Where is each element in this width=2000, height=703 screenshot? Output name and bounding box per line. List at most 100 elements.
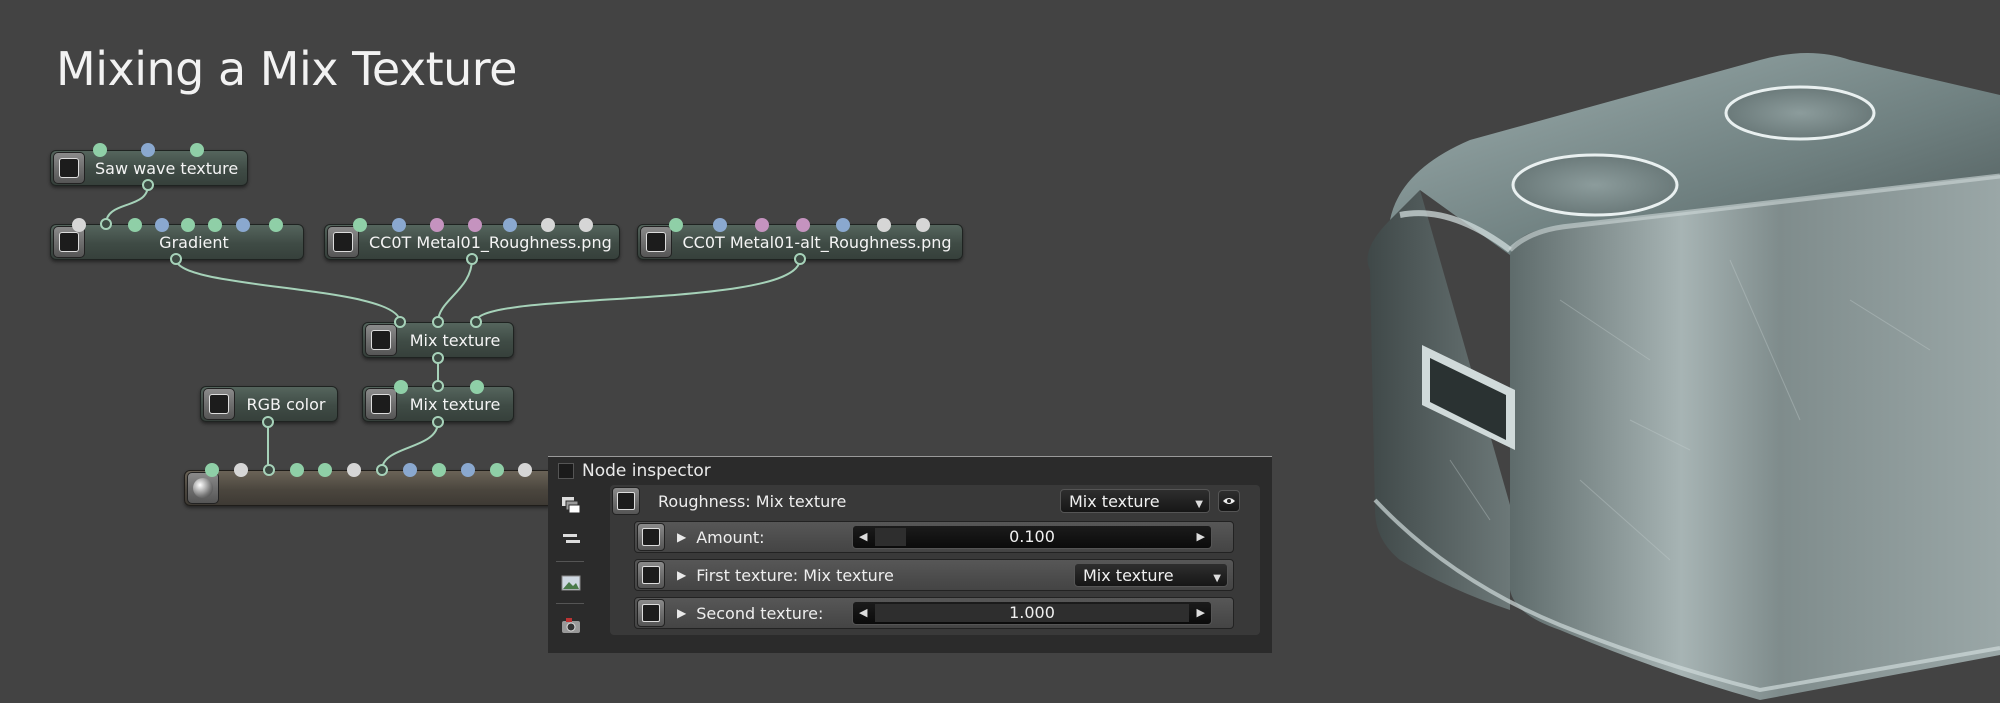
dropdown-value: Mix texture [1069,491,1160,511]
input-pin[interactable] [347,463,361,477]
input-pin[interactable] [916,218,930,232]
input-pin[interactable] [755,218,769,232]
input-pin[interactable] [128,218,142,232]
wire-gradient-to-mix1 [175,258,401,323]
node-inspector-panel: Node inspector Roughness: Mix texture Mi… [548,456,1272,653]
output-pin[interactable] [170,253,182,265]
node-title: Roughness: Mix texture [658,491,847,511]
inspector-sidebar [548,487,590,653]
input-pin[interactable] [877,218,891,232]
output-pin[interactable] [794,253,806,265]
input-pin[interactable] [796,218,810,232]
node-label: Mix texture [409,330,501,350]
input-pin[interactable] [141,143,155,157]
node-label: Gradient [159,232,229,252]
mix-texture-icon [637,561,665,589]
list-icon[interactable] [560,529,582,549]
expand-arrow-icon[interactable]: ▶ [677,530,686,544]
output-pin[interactable] [432,352,444,364]
wire-rough-to-mix1 [437,258,473,323]
input-pin[interactable] [155,218,169,232]
image-icon[interactable] [560,573,582,593]
second-texture-slider[interactable]: ◀ 1.000 ▶ [852,601,1212,625]
input-pin[interactable] [490,463,504,477]
cap-left [1511,153,1679,217]
input-pin[interactable] [579,218,593,232]
input-pin[interactable] [234,463,248,477]
input-pin[interactable] [190,143,204,157]
mix-texture-icon [365,388,397,420]
increment-arrow-icon[interactable]: ▶ [1197,526,1205,548]
panel-checkbox[interactable] [558,463,574,479]
first-texture-dropdown[interactable]: Mix texture ▼ [1074,563,1228,587]
second-texture-value: 1.000 [1009,603,1055,622]
node-label: RGB color [246,394,326,414]
sidebar-divider [556,603,584,604]
node-label: CC0T Metal01-alt_Roughness.png [682,232,952,252]
input-pin[interactable] [836,218,850,232]
input-pin[interactable] [290,463,304,477]
input-pin[interactable] [518,463,532,477]
amount-slider[interactable]: ◀ 0.100 ▶ [852,525,1212,549]
cap-right [1724,85,1876,141]
input-pin[interactable] [468,218,482,232]
input-pin[interactable] [470,380,484,394]
chevron-down-icon: ▼ [1213,573,1221,584]
input-pin[interactable] [72,218,86,232]
input-pin[interactable] [669,218,683,232]
wire-altrough-to-mix1 [475,258,801,323]
output-pin[interactable] [142,179,154,191]
rgb-color-icon [203,388,235,420]
render-preview [1367,53,2000,700]
input-pin[interactable] [461,463,475,477]
input-pin[interactable] [713,218,727,232]
increment-arrow-icon[interactable]: ▶ [1197,602,1205,624]
node-label: Saw wave texture [95,158,239,178]
input-pin[interactable] [470,316,482,328]
camera-icon[interactable] [560,615,582,635]
input-pin[interactable] [263,464,275,476]
slider-fill [875,528,907,546]
output-pin[interactable] [432,416,444,428]
image-texture-icon [327,226,359,258]
second-texture-label: Second texture: [696,603,824,623]
mix-texture-icon [612,487,640,515]
input-pin[interactable] [93,143,107,157]
input-pin[interactable] [541,218,555,232]
first-texture-label: First texture: Mix texture [696,565,894,585]
output-pin[interactable] [262,416,274,428]
input-pin[interactable] [236,218,250,232]
input-pin[interactable] [432,380,444,392]
input-pin[interactable] [376,464,388,476]
eye-icon[interactable] [1218,490,1240,512]
node-inspector-title: Node inspector [582,461,711,481]
input-pin[interactable] [394,380,408,394]
image-texture-icon [640,226,672,258]
input-pin[interactable] [430,218,444,232]
float-icon [637,523,665,551]
output-pin[interactable] [100,218,112,230]
amount-value: 0.100 [1009,527,1055,546]
input-pin[interactable] [318,463,332,477]
input-pin[interactable] [394,316,406,328]
input-pin[interactable] [353,218,367,232]
decrement-arrow-icon[interactable]: ◀ [859,526,867,548]
float-icon [637,599,665,627]
input-pin[interactable] [432,463,446,477]
input-pin[interactable] [503,218,517,232]
layers-icon[interactable] [560,495,582,515]
input-pin[interactable] [205,463,219,477]
node-type-dropdown[interactable]: Mix texture ▼ [1060,489,1210,513]
input-pin[interactable] [208,218,222,232]
decrement-arrow-icon[interactable]: ◀ [859,602,867,624]
inspector-content: Roughness: Mix texture Mix texture ▼ ▶ A… [610,485,1260,635]
input-pin[interactable] [392,218,406,232]
expand-arrow-icon[interactable]: ▶ [677,568,686,582]
input-pin[interactable] [403,463,417,477]
wire-saw-to-gradient [105,184,149,225]
output-pin[interactable] [466,253,478,265]
input-pin[interactable] [181,218,195,232]
input-pin[interactable] [432,316,444,328]
expand-arrow-icon[interactable]: ▶ [677,606,686,620]
input-pin[interactable] [269,218,283,232]
